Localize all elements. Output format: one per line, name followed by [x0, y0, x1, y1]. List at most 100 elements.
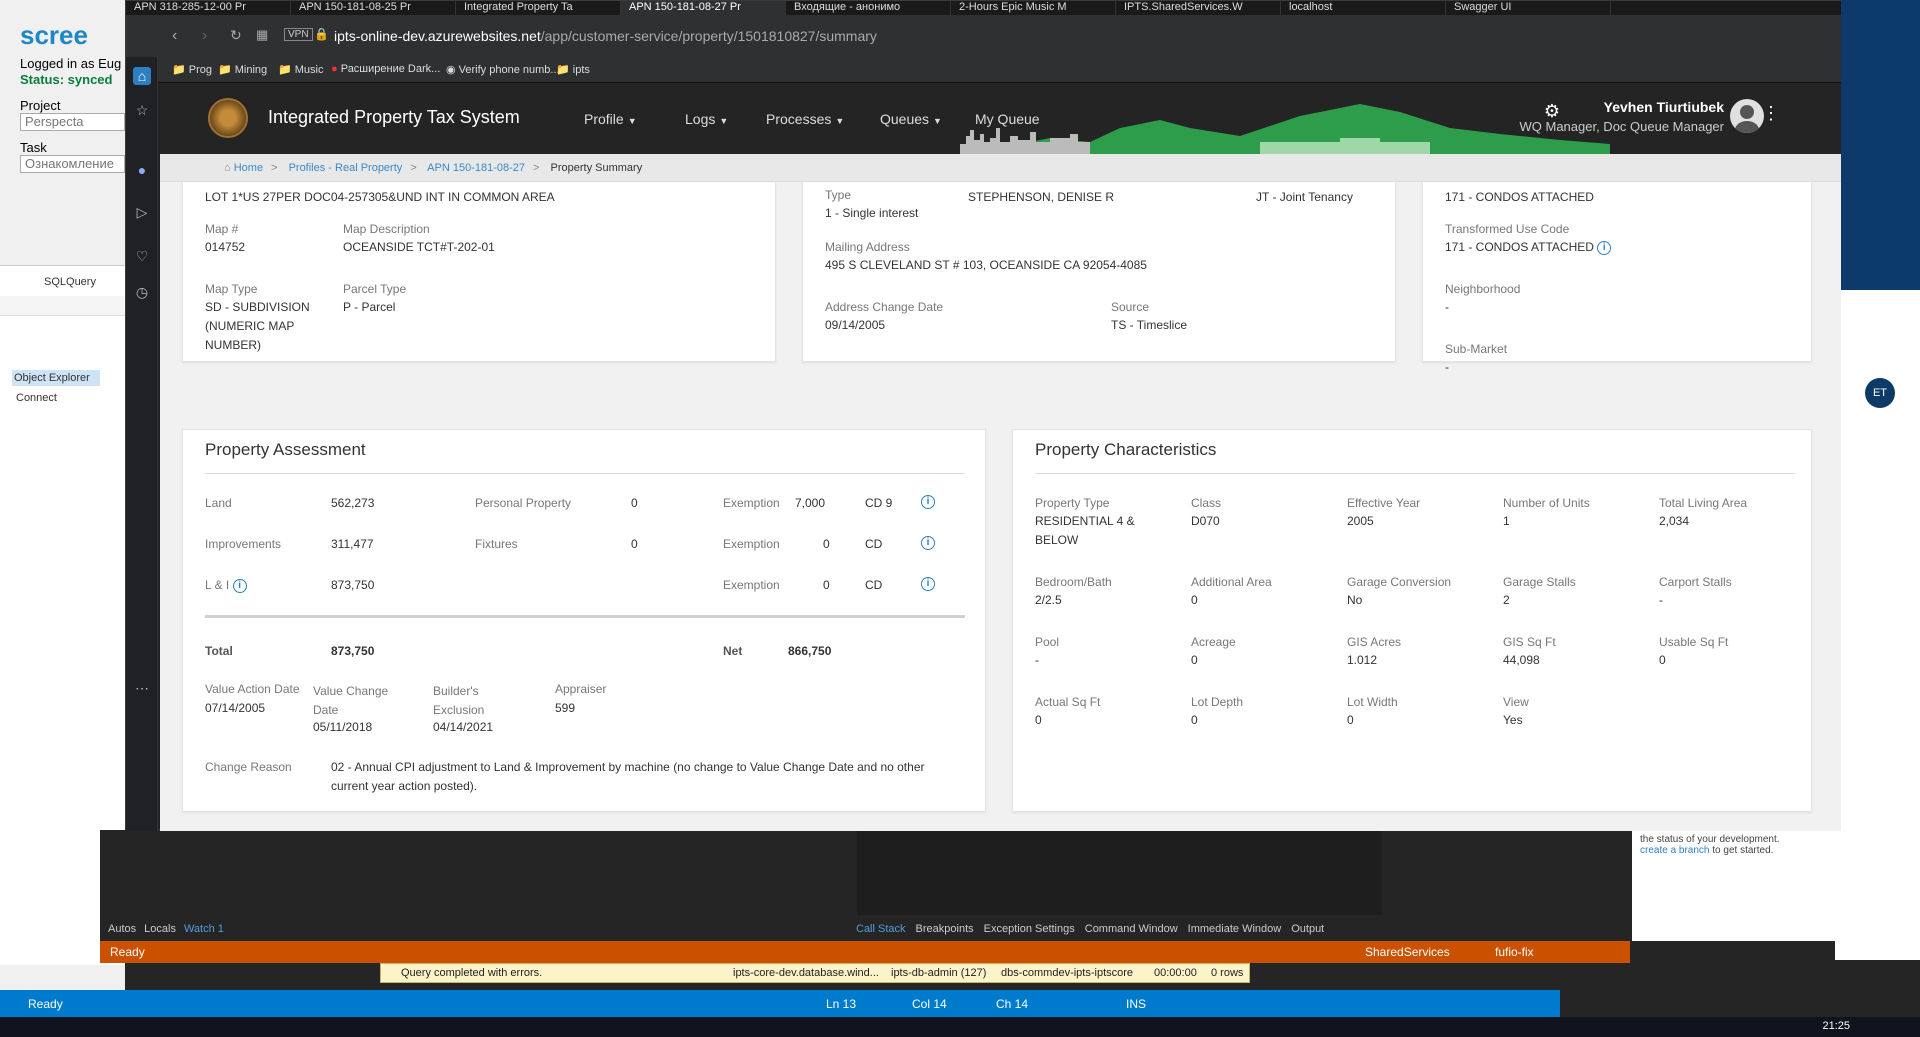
- player-icon[interactable]: ▷: [133, 203, 151, 221]
- appraiser-label: Appraiser: [555, 682, 607, 696]
- vs-debug-panel: Autos Locals Watch 1 Call Stack Breakpoi…: [100, 830, 1920, 941]
- browser-tab[interactable]: Integrated Property Ta: [456, 1, 621, 15]
- property-characteristics-title: Property Characteristics: [1035, 440, 1217, 459]
- create-branch-link[interactable]: create a branch: [1640, 845, 1710, 856]
- home-icon[interactable]: ⌂: [133, 67, 151, 85]
- browser-tab[interactable]: Swagger UI: [1446, 1, 1611, 15]
- nav-profile[interactable]: Profile ▼: [584, 111, 637, 127]
- browser-tab[interactable]: APN 318-285-12-00 Pr: [126, 1, 291, 15]
- right-hint-tail: to get started.: [1712, 845, 1774, 856]
- task-field[interactable]: Ознакомление: [20, 155, 125, 173]
- browser-tab[interactable]: IPTS.SharedServices.W: [1116, 1, 1281, 15]
- info-icon[interactable]: i: [232, 578, 247, 593]
- browser-tab[interactable]: Входящие - анонимо: [786, 1, 951, 15]
- project-field[interactable]: Perspecta: [20, 113, 125, 131]
- characteristic-label: Total Living Area: [1659, 496, 1748, 510]
- info-icon[interactable]: i: [921, 536, 935, 550]
- nav-processes[interactable]: Processes ▼: [766, 111, 844, 127]
- bookmark-folder[interactable]: 📁 Music: [278, 63, 324, 76]
- property-characteristics-card: Property Characteristics Property Type RE…: [1012, 429, 1812, 812]
- reload-icon[interactable]: ↻: [230, 27, 242, 44]
- debug-tab[interactable]: Output: [1291, 923, 1324, 935]
- breadcrumb-apn[interactable]: APN 150-181-08-27: [427, 162, 525, 174]
- personal-property-label: Personal Property: [475, 496, 572, 510]
- browser-tab[interactable]: APN 150-181-08-25 Pr: [291, 1, 456, 15]
- debug-tab[interactable]: Watch 1: [184, 923, 224, 935]
- nav-queues[interactable]: Queues ▼: [880, 111, 942, 127]
- bookmark-star-icon[interactable]: ☆: [133, 101, 151, 119]
- address-change-date-label: Address Change Date: [825, 300, 944, 314]
- browser-tab-active[interactable]: APN 150-181-08-27 Pr: [621, 1, 786, 15]
- browser-tab[interactable]: 2-Hours Epic Music M: [951, 1, 1116, 15]
- bookmark-folder[interactable]: 📁 ipts: [556, 63, 590, 76]
- characteristic-value: 2: [1503, 593, 1510, 607]
- characteristic-label: Garage Stalls: [1503, 575, 1576, 589]
- use-code-value: 171 - CONDOS ATTACHED: [1445, 190, 1594, 204]
- vpn-badge[interactable]: VPN: [284, 28, 313, 41]
- map-type-value: SD - SUBDIVISION (NUMERIC MAP NUMBER): [205, 300, 310, 352]
- breadcrumb-home[interactable]: Home: [234, 162, 263, 174]
- bookmark-link[interactable]: ● Расширение Dark...: [331, 63, 440, 75]
- map-no-label: Map #: [205, 222, 239, 236]
- user-avatar-icon[interactable]: [1730, 99, 1764, 133]
- app-title[interactable]: Integrated Property Tax System: [268, 107, 520, 128]
- debug-tab[interactable]: Call Stack: [856, 923, 906, 935]
- tabs-grid-icon[interactable]: ▦: [256, 27, 268, 43]
- right-avatar[interactable]: ET: [1865, 378, 1895, 408]
- owner-card: Type 1 - Single interest STEPHENSON, DEN…: [802, 182, 1396, 362]
- more-icon[interactable]: ⋯: [133, 679, 151, 697]
- connect-button[interactable]: Connect: [16, 392, 57, 404]
- characteristic-value: 0: [1191, 713, 1198, 727]
- info-icon[interactable]: i: [921, 495, 935, 509]
- vs-git-branch[interactable]: fufio-fix: [1495, 945, 1534, 959]
- user-name[interactable]: Yevhen Tiurtiubek: [1604, 99, 1724, 115]
- info-icon[interactable]: i: [1597, 240, 1612, 255]
- change-reason-label: Change Reason: [205, 760, 292, 774]
- land-label: Land: [205, 496, 232, 510]
- breadcrumb-profiles[interactable]: Profiles - Real Property: [289, 162, 403, 174]
- home-icon[interactable]: ⌂: [224, 162, 231, 174]
- forward-icon[interactable]: ›: [202, 27, 207, 45]
- info-icon[interactable]: i: [921, 577, 935, 591]
- value-action-date-label: Value Action Date: [205, 682, 300, 696]
- characteristic-label: Acreage: [1191, 635, 1236, 649]
- browser-tab[interactable]: localhost: [1281, 1, 1446, 15]
- debug-tab[interactable]: Autos: [108, 923, 136, 935]
- bookmark-link[interactable]: ◉ Verify phone numb...: [446, 63, 560, 76]
- ssms-status-bar: Ready Ln 13 Col 14 Ch 14 INS: [0, 990, 1560, 1017]
- vs-branch[interactable]: SharedServices: [1365, 945, 1450, 959]
- county-seal-logo[interactable]: [208, 98, 248, 138]
- builders-exclusion-value: 04/14/2021: [433, 720, 494, 734]
- history-icon[interactable]: ◷: [133, 283, 151, 301]
- bookmark-folder[interactable]: 📁 Mining: [218, 63, 267, 76]
- url-field[interactable]: ipts-online-dev.azurewebsites.net/app/cu…: [334, 24, 1534, 48]
- browser-window: APN 318-285-12-00 Pr APN 150-181-08-25 Pr…: [125, 0, 1841, 831]
- characteristic-value: 0: [1347, 713, 1354, 727]
- breadcrumb: ⌂ Home > Profiles - Real Property > APN 15…: [160, 154, 1841, 182]
- nav-logs[interactable]: Logs ▼: [685, 111, 728, 127]
- background-right-window: ET: [1835, 0, 1920, 960]
- use-code-card: 171 - CONDOS ATTACHED Transformed Use Co…: [1422, 182, 1812, 374]
- debug-tab[interactable]: Immediate Window: [1188, 923, 1282, 935]
- debug-tab[interactable]: Breakpoints: [916, 923, 974, 935]
- value-action-date-value: 07/14/2005: [205, 701, 266, 715]
- map-no-value: 014752: [205, 240, 246, 254]
- characteristic-label: Additional Area: [1191, 575, 1272, 589]
- breadcrumb-separator: >: [271, 162, 278, 174]
- debug-tab[interactable]: Exception Settings: [984, 923, 1075, 935]
- messenger-icon[interactable]: ●: [133, 161, 151, 179]
- debug-tab[interactable]: Locals: [144, 923, 176, 935]
- kebab-menu-icon[interactable]: ⋮: [1762, 103, 1780, 124]
- back-icon[interactable]: ‹: [172, 27, 177, 45]
- net-value: 866,750: [788, 644, 832, 658]
- heart-icon[interactable]: ♡: [133, 247, 151, 265]
- transformed-use-code-value: 171 - CONDOS ATTACHED i: [1445, 238, 1612, 257]
- debug-tab[interactable]: Command Window: [1085, 923, 1178, 935]
- characteristic-value: 44,098: [1503, 653, 1540, 667]
- mailing-address-value: 495 S CLEVELAND ST # 103, OCEANSIDE CA 9…: [825, 258, 1147, 272]
- personal-property-value: 0: [631, 496, 638, 510]
- bookmark-folder[interactable]: 📁 Prog: [172, 63, 212, 76]
- caret-down-icon: ▼: [627, 116, 637, 126]
- characteristic-value: 0: [1035, 713, 1042, 727]
- map-description-value: OCEANSIDE TCT#T-202-01: [343, 240, 495, 254]
